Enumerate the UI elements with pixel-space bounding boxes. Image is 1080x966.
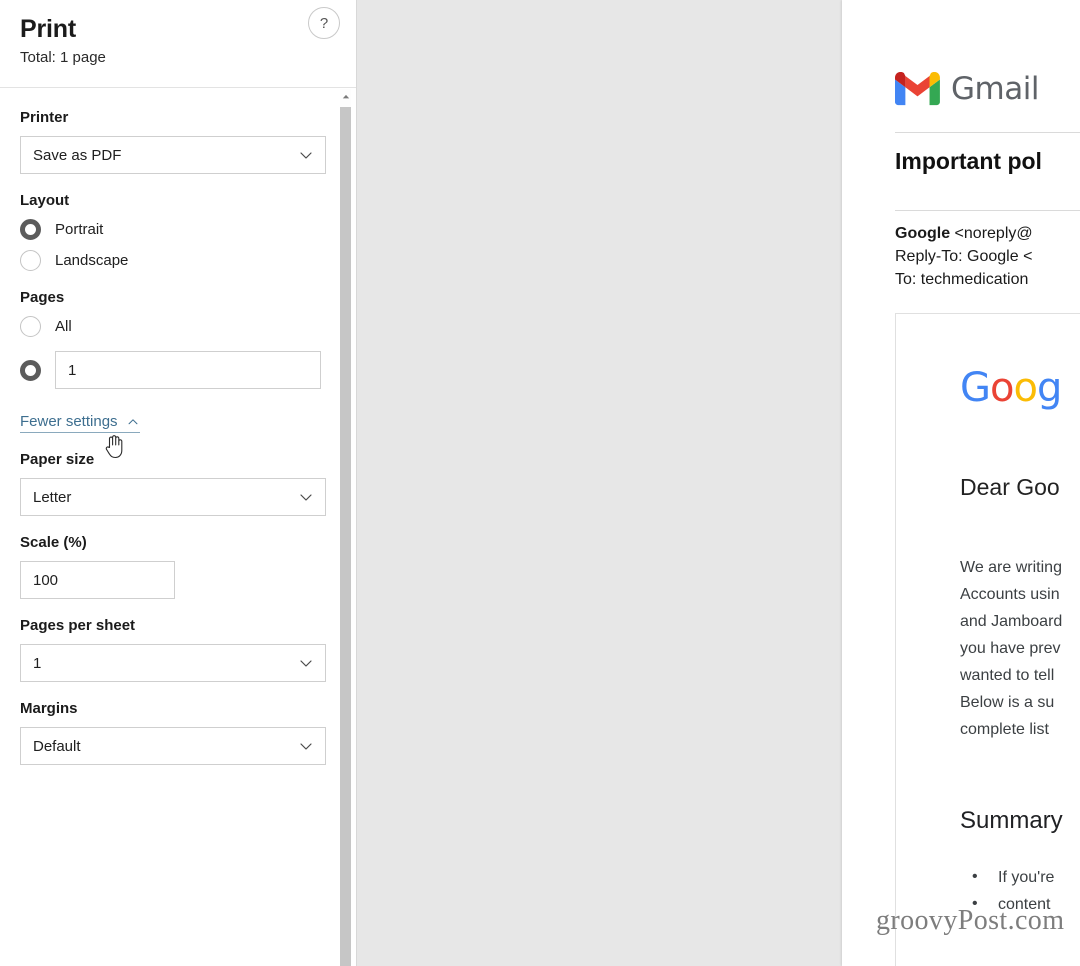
body-line: you have prev: [960, 640, 1061, 657]
body-line: Accounts usin: [960, 586, 1060, 603]
body-line: complete list: [960, 721, 1049, 738]
gmail-header: Gmail: [895, 68, 1080, 110]
radio-portrait[interactable]: [20, 219, 41, 240]
layout-option-portrait[interactable]: Portrait: [0, 219, 341, 240]
scale-value: 100: [33, 571, 59, 589]
margins-value: Default: [33, 737, 81, 755]
paper-size-label: Paper size: [20, 451, 95, 468]
print-panel-header: Print Total: 1 page ?: [0, 0, 356, 88]
body-line: Below is a su: [960, 694, 1055, 711]
pages-option-all[interactable]: All: [0, 316, 341, 337]
printer-select-value: Save as PDF: [33, 146, 122, 164]
layout-label: Layout: [20, 192, 70, 209]
paper-size-select[interactable]: Letter: [20, 478, 326, 516]
google-logo-letter-o1: o: [990, 365, 1015, 411]
margins-field: Margins Default: [0, 700, 341, 765]
margins-label: Margins: [20, 700, 78, 717]
pages-option-custom[interactable]: 1: [0, 351, 341, 389]
google-logo-letter-g2: g: [1036, 365, 1062, 411]
scroll-up-arrow-icon: [342, 94, 349, 98]
body-line: and Jamboard: [960, 613, 1063, 630]
email-greeting: Dear Goo: [960, 474, 1060, 500]
pages-field-label-wrap: Pages: [0, 289, 341, 307]
printer-select[interactable]: Save as PDF: [20, 136, 326, 174]
email-section-title: Summary: [960, 807, 1063, 834]
list-item: content: [960, 890, 1080, 918]
pages-per-sheet-value: 1: [33, 654, 42, 672]
pages-option-all-label: All: [55, 317, 72, 335]
google-logo: Goog: [960, 366, 1080, 410]
pages-range-input[interactable]: 1: [55, 351, 321, 389]
pages-label: Pages: [20, 289, 65, 306]
email-body-paragraph: We are writing Accounts usin and Jamboar…: [960, 554, 1080, 743]
printer-label: Printer: [20, 109, 69, 126]
paper-size-field: Paper size Letter: [0, 451, 341, 516]
preview-page: Gmail Important pol Google <noreply@ Rep…: [842, 0, 1080, 966]
scale-label: Scale (%): [20, 534, 87, 551]
pages-per-sheet-select[interactable]: 1: [20, 644, 326, 682]
email-body-card: Goog Dear Goo We are writing Accounts us…: [895, 313, 1080, 966]
paper-size-value: Letter: [33, 488, 72, 506]
print-dialog-screen: Print Total: 1 page ? Printer Save as PD…: [0, 0, 1080, 966]
email-document: Gmail Important pol Google <noreply@ Rep…: [895, 68, 1080, 966]
printer-field: Printer Save as PDF: [0, 109, 341, 174]
email-reply-to: Reply-To: Google <: [895, 248, 1033, 265]
layout-field-label-wrap: Layout: [0, 192, 341, 210]
radio-landscape[interactable]: [20, 250, 41, 271]
question-mark-icon: ?: [319, 14, 329, 32]
layout-option-landscape[interactable]: Landscape: [0, 250, 341, 271]
chevron-down-icon: [300, 743, 312, 750]
gmail-wordmark: Gmail: [951, 71, 1039, 107]
pages-per-sheet-label: Pages per sheet: [20, 617, 136, 634]
gmail-m-icon: [895, 72, 940, 106]
layout-option-portrait-label: Portrait: [55, 220, 104, 238]
email-subject: Important pol: [895, 148, 1042, 174]
chevron-up-icon: [128, 419, 138, 425]
margins-select[interactable]: Default: [20, 727, 326, 765]
print-settings-panel: Print Total: 1 page ? Printer Save as PD…: [0, 0, 357, 966]
fewer-settings-link[interactable]: Fewer settings: [20, 413, 140, 433]
google-logo-letter-o2: o: [1013, 365, 1038, 411]
settings-toggle-wrap: Fewer settings: [0, 413, 341, 459]
email-from-address: <noreply@: [950, 225, 1033, 242]
radio-pages-all[interactable]: [20, 316, 41, 337]
settings-scrollbar[interactable]: [340, 89, 351, 966]
email-bullet-list: If you're content: [960, 863, 1080, 918]
radio-pages-custom[interactable]: [20, 359, 41, 381]
list-item: If you're: [960, 863, 1080, 891]
page-title: Print: [20, 15, 76, 43]
chevron-down-icon: [300, 152, 312, 159]
help-button[interactable]: ?: [308, 7, 340, 39]
layout-option-landscape-label: Landscape: [55, 251, 129, 269]
print-preview-area: Gmail Important pol Google <noreply@ Rep…: [358, 0, 1080, 966]
chevron-down-icon: [300, 494, 312, 501]
body-line: wanted to tell: [960, 667, 1055, 684]
print-settings-list: Printer Save as PDF Layout Portrait Land…: [0, 89, 341, 765]
pages-per-sheet-field: Pages per sheet 1: [0, 617, 341, 682]
fewer-settings-label: Fewer settings: [20, 413, 118, 430]
email-to: To: techmedication: [895, 271, 1029, 288]
scale-field: Scale (%) 100: [0, 534, 341, 599]
chevron-down-icon: [300, 660, 312, 667]
total-pages-label: Total: 1 page: [20, 49, 106, 66]
email-from-row: Google <noreply@: [895, 222, 1080, 245]
email-from-name: Google: [895, 225, 951, 242]
print-settings-scroll-region: Printer Save as PDF Layout Portrait Land…: [0, 89, 356, 966]
scroll-up-button[interactable]: [340, 89, 351, 103]
email-meta: Google <noreply@ Reply-To: Google < To: …: [895, 211, 1080, 291]
body-line: We are writing: [960, 559, 1062, 576]
scrollbar-thumb[interactable]: [340, 107, 351, 966]
google-logo-letter-g: G: [960, 365, 991, 411]
pages-range-value: 1: [68, 361, 77, 379]
scale-input[interactable]: 100: [20, 561, 175, 599]
